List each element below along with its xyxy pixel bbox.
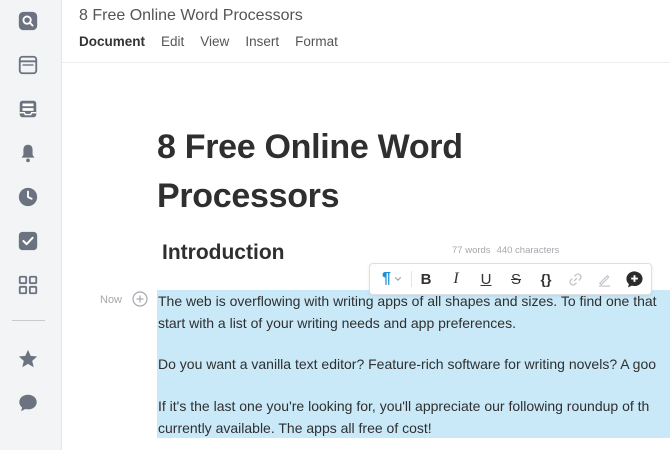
toolbar-divider <box>411 271 412 287</box>
document-heading[interactable]: 8 Free Online Word Processors <box>157 123 517 221</box>
checkbox-icon[interactable] <box>16 229 40 253</box>
paragraph-style-button[interactable]: ¶ <box>376 270 408 288</box>
sidebar-divider <box>12 320 45 321</box>
word-count-characters: 440 characters <box>496 245 560 256</box>
underline-button[interactable]: U <box>477 270 495 288</box>
code-button[interactable]: {} <box>536 270 556 288</box>
chat-icon[interactable] <box>16 391 40 415</box>
browser-icon[interactable] <box>16 53 40 77</box>
paragraph-2-line-1[interactable]: Do you want a vanilla text editor? Featu… <box>158 353 656 375</box>
add-comment-icon[interactable] <box>623 270 645 288</box>
format-toolbar: ¶ B I U S {} <box>369 263 652 295</box>
menu-document[interactable]: Document <box>79 34 145 49</box>
sidebar <box>0 0 62 450</box>
strikethrough-button[interactable]: S <box>507 270 525 288</box>
inbox-icon[interactable] <box>16 97 40 121</box>
paragraph-3-line-1[interactable]: If it's the last one you're looking for,… <box>158 395 649 417</box>
add-block-icon[interactable] <box>132 291 148 307</box>
menu-bar: Document Edit View Insert Format <box>79 34 354 49</box>
menu-format[interactable]: Format <box>295 34 338 49</box>
italic-button[interactable]: I <box>447 270 465 288</box>
bell-icon[interactable] <box>16 141 40 165</box>
menu-insert[interactable]: Insert <box>245 34 279 49</box>
editor-header: 8 Free Online Word Processors Document E… <box>62 0 670 63</box>
paragraph-1-line-2[interactable]: start with a list of your writing needs … <box>158 312 516 334</box>
clock-icon[interactable] <box>16 185 40 209</box>
document-title[interactable]: 8 Free Online Word Processors <box>79 7 303 25</box>
grid-icon[interactable] <box>16 273 40 297</box>
timestamp-label: Now <box>100 294 123 306</box>
menu-view[interactable]: View <box>200 34 229 49</box>
link-icon[interactable] <box>566 270 584 288</box>
menu-edit[interactable]: Edit <box>161 34 184 49</box>
highlight-icon[interactable] <box>595 270 613 288</box>
paragraph-3-line-2[interactable]: currently available. The apps all free o… <box>158 417 432 439</box>
search-icon[interactable] <box>16 9 40 33</box>
word-count-words: 77 words <box>452 245 491 256</box>
chevron-down-icon <box>394 277 402 281</box>
section-heading[interactable]: Introduction <box>162 241 284 265</box>
paragraph-style-label: ¶ <box>382 270 391 287</box>
star-icon[interactable] <box>16 347 40 371</box>
bold-button[interactable]: B <box>417 270 435 288</box>
word-count: 77 words 440 characters <box>452 245 565 256</box>
